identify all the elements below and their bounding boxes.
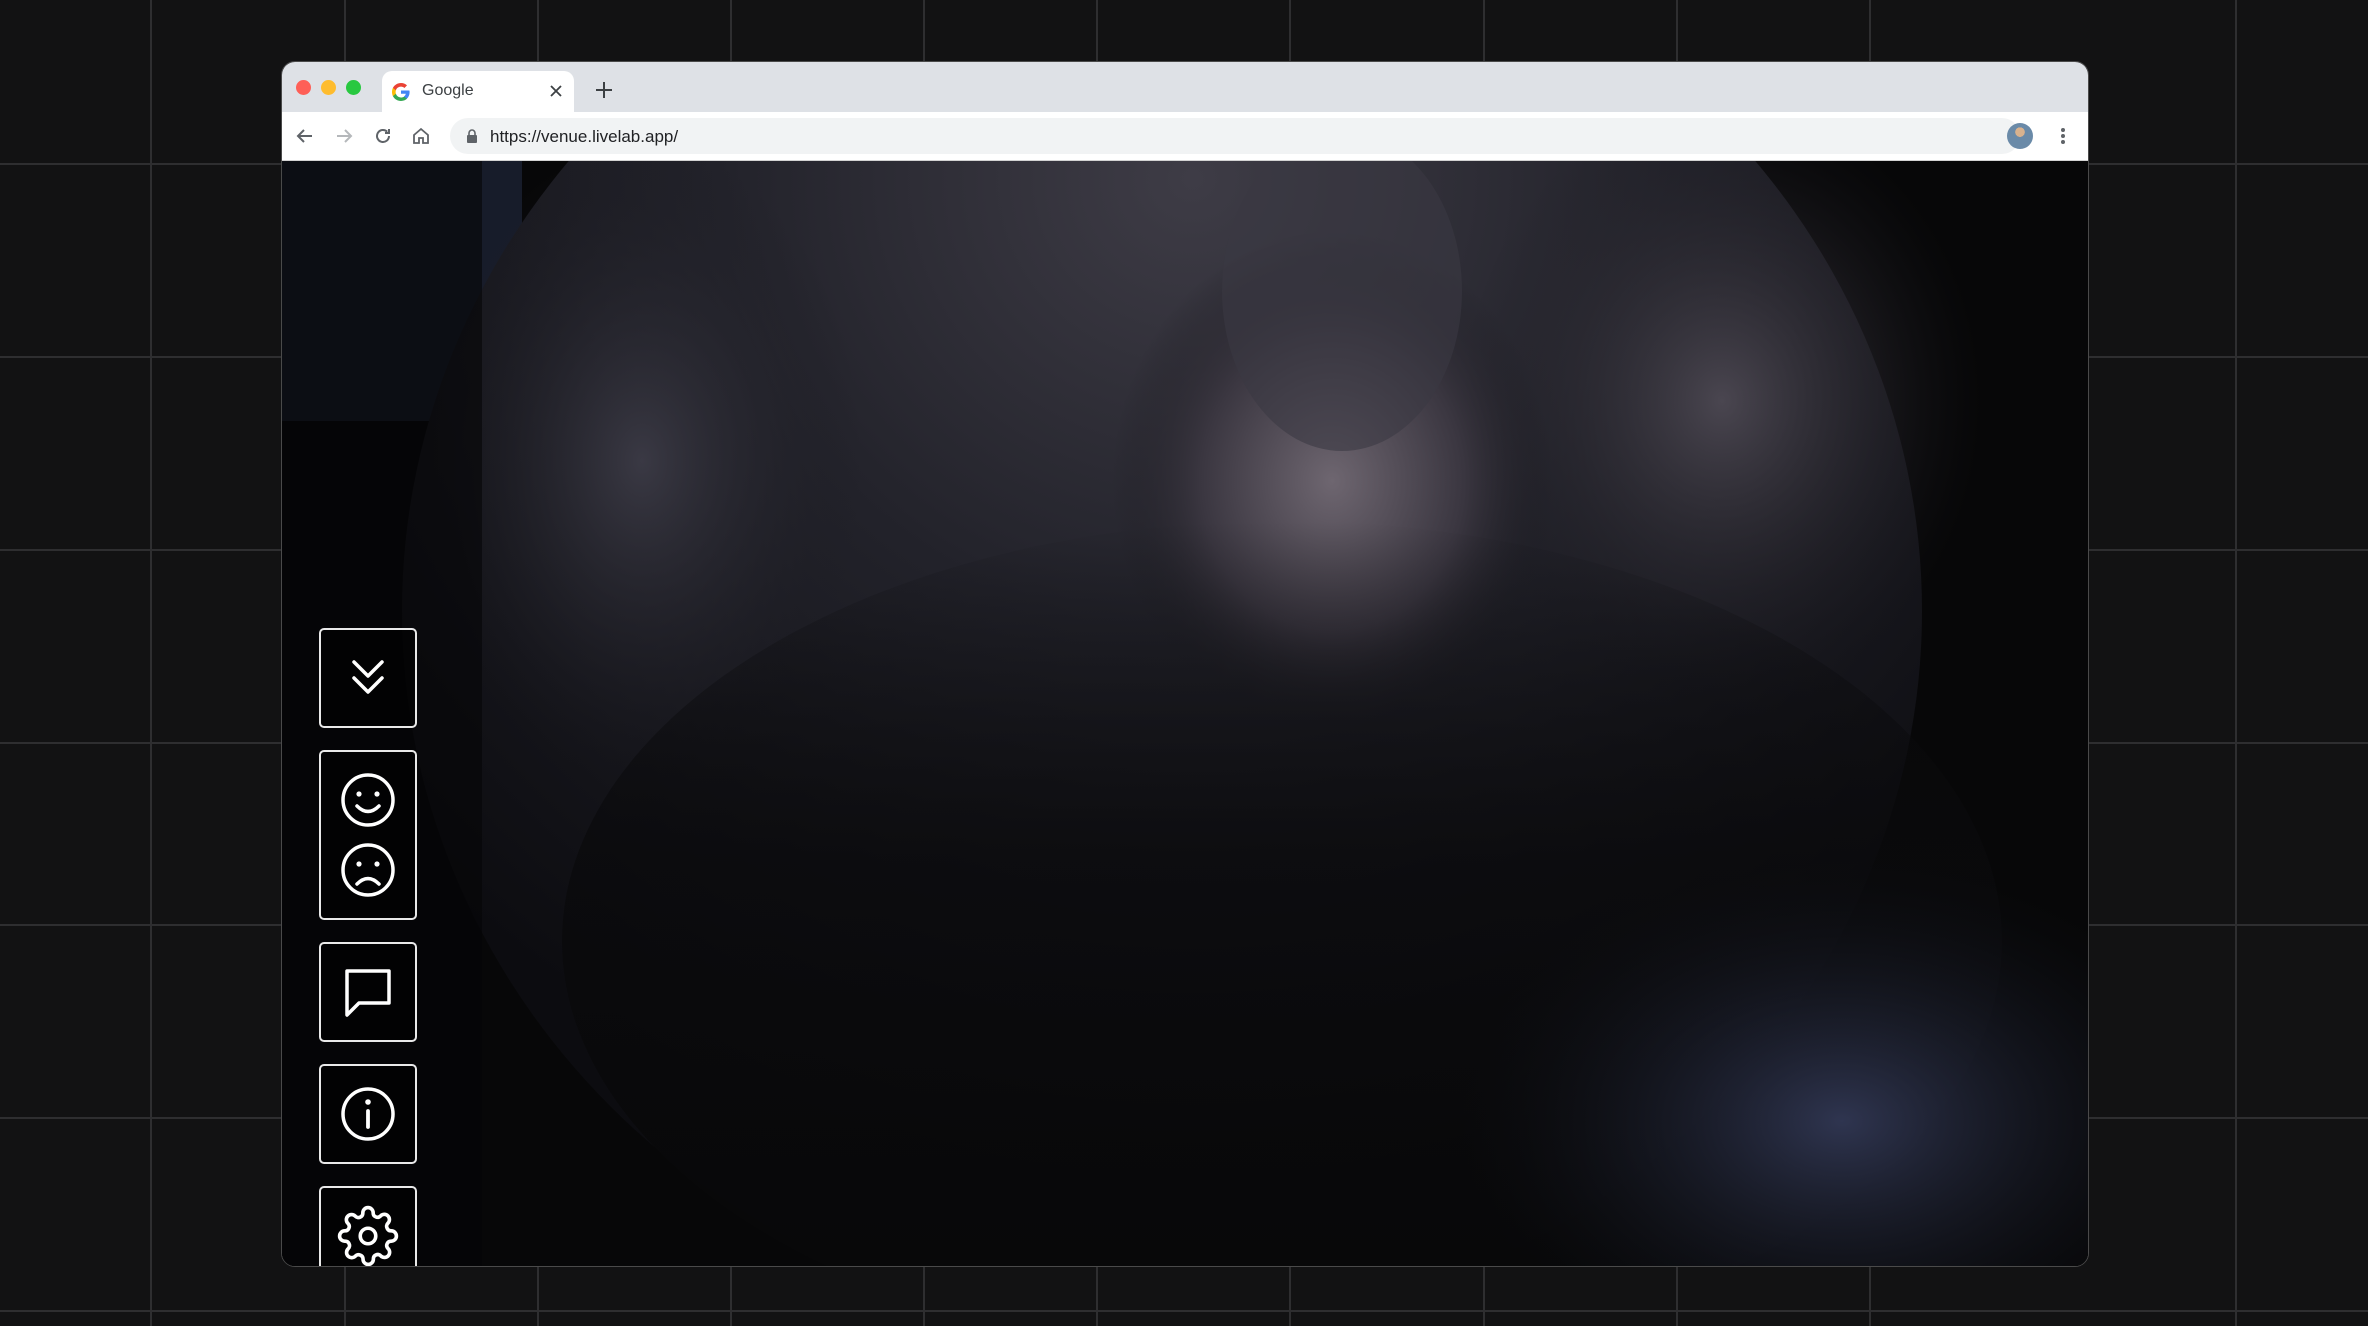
arrow-left-icon [296,129,312,143]
lock-icon [467,129,477,143]
profile-avatar[interactable] [2007,123,2033,149]
video-stage[interactable] [282,161,2088,1266]
home-button[interactable] [409,124,433,148]
double-chevron-down-icon [352,660,384,694]
minimize-window-button[interactable] [321,80,336,95]
tab-close-button[interactable] [546,81,566,101]
browser-window: Google https://venue.livelab.app/ [281,61,2089,1267]
chat-button[interactable] [319,942,417,1042]
back-button[interactable] [293,124,317,148]
collapse-button[interactable] [319,628,417,728]
browser-menu-button[interactable] [2051,124,2075,148]
tab-title: Google [422,82,474,99]
info-button[interactable] [319,1064,417,1164]
close-icon [550,85,562,97]
google-g-icon [392,83,410,101]
maximize-window-button[interactable] [346,80,361,95]
new-tab-button[interactable] [592,78,616,102]
settings-button[interactable] [319,1186,417,1266]
reload-button[interactable] [371,124,395,148]
reaction-button[interactable] [319,750,417,920]
smile-icon[interactable] [339,771,397,829]
browser-toolbar: https://venue.livelab.app/ [282,112,2088,161]
address-bar[interactable]: https://venue.livelab.app/ [450,118,2020,154]
home-icon [413,127,429,144]
browser-tab[interactable]: Google [382,71,574,112]
info-icon [341,1087,395,1141]
url-text: https://venue.livelab.app/ [490,127,679,146]
chat-bubble-icon [345,969,391,1017]
video-frame [282,161,2088,1266]
close-window-button[interactable] [296,80,311,95]
forward-button[interactable] [332,124,356,148]
gear-icon [337,1205,399,1266]
kebab-icon [2061,128,2065,144]
browser-titlebar: Google [282,62,2088,112]
frown-icon[interactable] [339,841,397,899]
plus-icon [596,82,612,98]
reload-icon [376,129,390,143]
arrow-right-icon [337,129,353,143]
